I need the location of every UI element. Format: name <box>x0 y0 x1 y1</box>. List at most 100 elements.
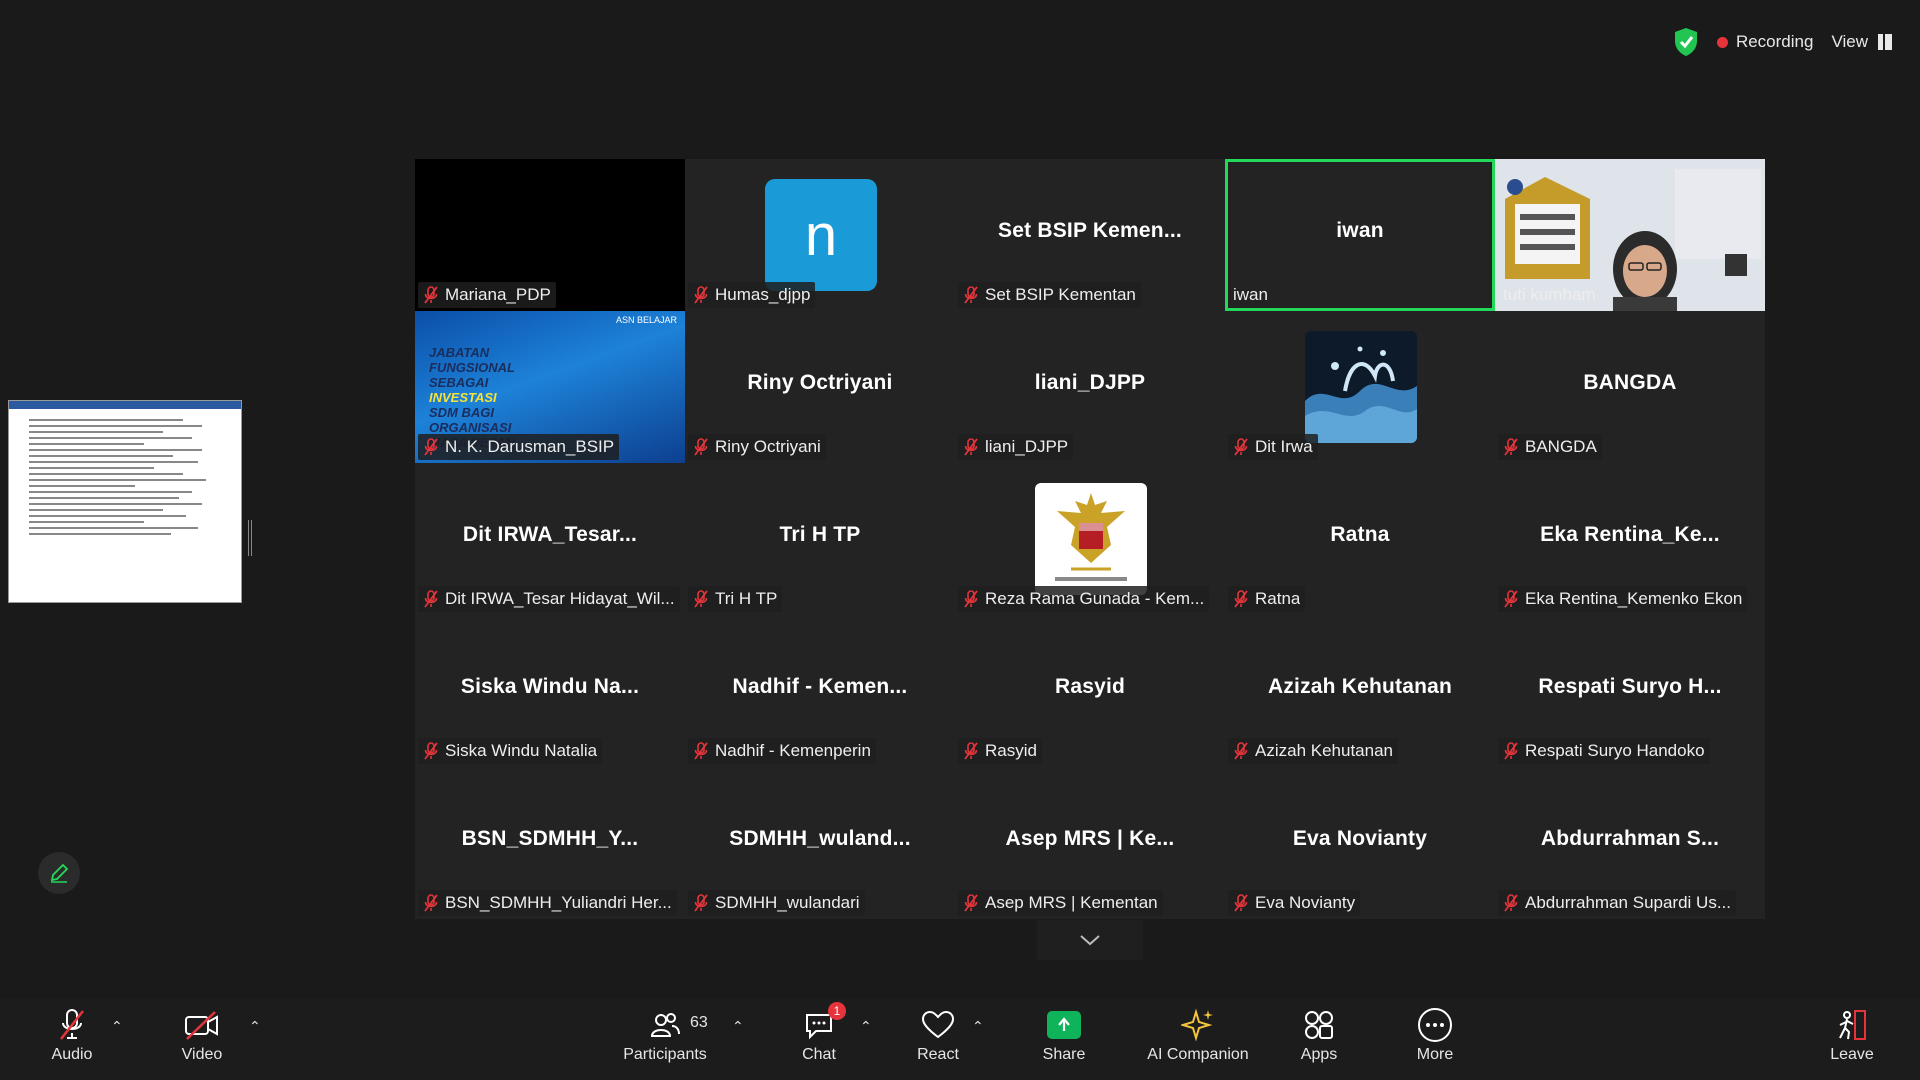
mic-muted-icon <box>424 894 438 912</box>
recording-indicator[interactable]: Recording <box>1716 32 1814 52</box>
mic-muted-icon <box>694 590 708 608</box>
share-screen-icon <box>1047 1006 1081 1044</box>
audio-options-caret[interactable]: ⌃ <box>111 1018 123 1035</box>
mic-muted-icon <box>424 742 438 760</box>
mic-muted-icon <box>694 742 708 760</box>
participant-name-label: Humas_djpp <box>688 282 816 308</box>
leave-button[interactable]: Leave <box>1797 1006 1907 1064</box>
apps-icon <box>1303 1006 1335 1044</box>
participant-name-label: Reza Rama Gunada - Kem... <box>958 586 1210 612</box>
participant-display-name: Dit IRWA_Tesar... <box>462 523 638 546</box>
participant-tile[interactable]: Dit Irwa <box>1225 311 1495 463</box>
mic-muted-icon <box>424 438 438 456</box>
participant-tile[interactable]: n Humas_djpp <box>685 159 955 311</box>
participant-name-label: Riny Octriyani <box>688 434 826 460</box>
participant-name-label: BANGDA <box>1498 434 1602 460</box>
meeting-toolbar: Audio ⌃ Video ⌃ 63 Participants ⌃ 1 Chat… <box>0 998 1920 1080</box>
pencil-icon <box>50 863 69 883</box>
participant-tile[interactable]: Reza Rama Gunada - Kem... <box>955 463 1225 615</box>
react-options-caret[interactable]: ⌃ <box>972 1018 984 1035</box>
video-label: Video <box>181 1046 223 1063</box>
participant-name-text: Asep MRS | Kementan <box>985 893 1158 912</box>
audio-label: Audio <box>51 1046 93 1063</box>
recording-label: Recording <box>1735 32 1814 51</box>
participant-tile[interactable]: BSN_SDMHH_Y... BSN_SDMHH_Yuliandri Her... <box>415 767 685 919</box>
participant-name-label: SDMHH_wulandari <box>688 890 865 916</box>
participant-tile[interactable]: Abdurrahman S... Abdurrahman Supardi Us..… <box>1495 767 1765 919</box>
slide-tag: ASN BELAJAR <box>615 315 677 325</box>
participant-tile[interactable]: SDMHH_wuland... SDMHH_wulandari <box>685 767 955 919</box>
participant-tile[interactable]: Asep MRS | Ke... Asep MRS | Kementan <box>955 767 1225 919</box>
participant-tile[interactable]: Tri H TP Tri H TP <box>685 463 955 615</box>
participant-tile[interactable]: Eka Rentina_Ke... Eka Rentina_Kemenko Eko… <box>1495 463 1765 615</box>
participant-name-text: Nadhif - Kemenperin <box>715 741 871 760</box>
participant-tile[interactable]: iwan iwan <box>1225 159 1495 311</box>
participants-button[interactable]: 63 Participants <box>610 1006 720 1064</box>
sparkle-icon <box>1181 1006 1215 1044</box>
participant-avatar <box>1035 483 1147 595</box>
participant-tile[interactable]: Ratna Ratna <box>1225 463 1495 615</box>
participant-tile[interactable]: Respati Suryo H... Respati Suryo Handoko <box>1495 615 1765 767</box>
mic-muted-icon <box>1504 590 1518 608</box>
participant-tile[interactable]: Siska Windu Na... Siska Windu Natalia <box>415 615 685 767</box>
participant-tile[interactable]: liani_DJPP liani_DJPP <box>955 311 1225 463</box>
thumbnail-resize-handle[interactable] <box>248 520 252 556</box>
participant-name-text: Respati Suryo Handoko <box>1525 741 1705 760</box>
participant-display-name: liani_DJPP <box>1034 371 1146 394</box>
participant-tile[interactable]: Rasyid Rasyid <box>955 615 1225 767</box>
share-button[interactable]: Share <box>1009 1006 1119 1064</box>
participant-tile[interactable]: Azizah Kehutanan Azizah Kehutanan <box>1225 615 1495 767</box>
more-button[interactable]: More <box>1380 1006 1490 1064</box>
participant-name-label: Rasyid <box>958 738 1042 764</box>
participant-name-label: iwan <box>1228 282 1273 308</box>
participant-name-text: Humas_djpp <box>715 285 811 304</box>
shared-screen-thumbnail[interactable] <box>8 400 242 603</box>
participant-tile[interactable]: Dit IRWA_Tesar... Dit IRWA_Tesar Hidayat_… <box>415 463 685 615</box>
participant-display-name: Eka Rentina_Ke... <box>1540 523 1720 546</box>
participant-display-name: BSN_SDMHH_Y... <box>461 827 639 850</box>
participant-tile[interactable]: tuti kumham <box>1495 159 1765 311</box>
participant-display-name: Azizah Kehutanan <box>1267 675 1453 698</box>
participant-name-text: BSN_SDMHH_Yuliandri Her... <box>445 893 672 912</box>
participant-tile[interactable]: Mariana_PDP <box>415 159 685 311</box>
chat-options-caret[interactable]: ⌃ <box>860 1018 872 1035</box>
participant-name-text: Eka Rentina_Kemenko Ekon <box>1525 589 1743 608</box>
apps-label: Apps <box>1300 1046 1338 1063</box>
view-button[interactable]: View <box>1831 32 1892 52</box>
participant-name-label: liani_DJPP <box>958 434 1074 460</box>
participant-name-label: Ratna <box>1228 586 1306 612</box>
participant-tile[interactable]: ASN BELAJAR JABATAN FUNGSIONAL SEBAGAI INVES… <box>415 311 685 463</box>
react-button[interactable]: React <box>883 1006 993 1064</box>
encryption-shield-icon[interactable] <box>1673 27 1699 57</box>
mic-muted-icon <box>694 894 708 912</box>
mic-muted-icon <box>1504 742 1518 760</box>
participant-name-text: Abdurrahman Supardi Us... <box>1525 893 1731 912</box>
participant-tile[interactable]: Eva Novianty Eva Novianty <box>1225 767 1495 919</box>
participants-label: Participants <box>623 1046 707 1063</box>
leave-icon <box>1835 1006 1869 1044</box>
participant-tile[interactable]: Set BSIP Kemen... Set BSIP Kementan <box>955 159 1225 311</box>
mic-muted-icon <box>964 590 978 608</box>
ai-companion-button[interactable]: AI Companion <box>1143 1006 1253 1064</box>
participant-name-text: Rasyid <box>985 741 1037 760</box>
participant-display-name: Eva Novianty <box>1292 827 1428 850</box>
participant-display-name: Riny Octriyani <box>747 371 893 394</box>
chat-button[interactable]: 1 Chat <box>764 1002 874 1064</box>
video-options-caret[interactable]: ⌃ <box>249 1018 261 1035</box>
audio-button[interactable]: Audio <box>17 1006 127 1064</box>
participant-name-label: Respati Suryo Handoko <box>1498 738 1710 764</box>
participant-tile[interactable]: Riny Octriyani Riny Octriyani <box>685 311 955 463</box>
meeting-status-bar: Recording View <box>1673 24 1892 60</box>
share-label: Share <box>1042 1046 1086 1063</box>
participants-options-caret[interactable]: ⌃ <box>732 1018 744 1035</box>
participant-tile[interactable]: Nadhif - Kemen... Nadhif - Kemenperin <box>685 615 955 767</box>
apps-button[interactable]: Apps <box>1264 1006 1374 1064</box>
participant-tile[interactable]: BANGDA BANGDA <box>1495 311 1765 463</box>
participant-name-text: SDMHH_wulandari <box>715 893 860 912</box>
participant-name-text: Dit IRWA_Tesar Hidayat_Wil... <box>445 589 675 608</box>
participant-name-label: Dit IRWA_Tesar Hidayat_Wil... <box>418 586 680 612</box>
gallery-scroll-down-button[interactable] <box>1037 920 1143 960</box>
view-label: View <box>1831 32 1868 51</box>
video-button[interactable]: Video <box>147 1006 257 1064</box>
annotate-button[interactable] <box>38 852 80 894</box>
